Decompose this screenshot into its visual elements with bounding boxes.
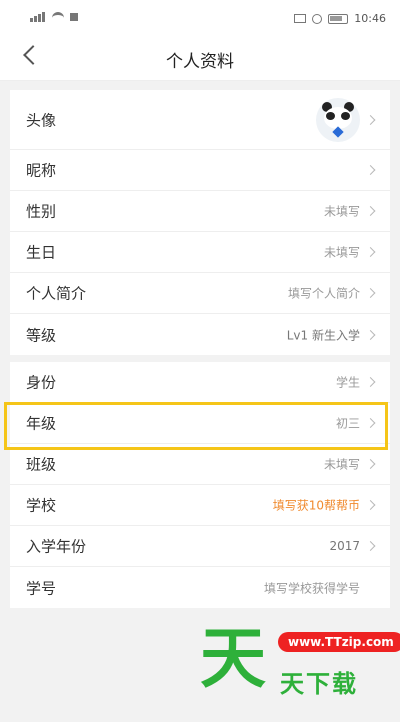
wifi-icon (52, 12, 64, 22)
row-label: 昵称 (26, 161, 57, 180)
chevron-right-icon (365, 377, 376, 387)
school-group: 身份 学生 年级 初三 班级 未填写 学校 填写获10帮帮币 入学年份 2017… (10, 362, 390, 608)
status-bar: 10:46 (0, 0, 400, 36)
row-nickname[interactable]: 昵称 (10, 150, 390, 191)
watermark-url: www.TTzip.com (278, 632, 400, 652)
row-identity[interactable]: 身份 学生 (10, 362, 390, 403)
avatar-eye-right (341, 112, 350, 120)
chevron-right-icon (365, 206, 376, 216)
row-value: 初三 (335, 416, 360, 431)
row-value: 未填写 (323, 457, 360, 472)
status-left (30, 12, 78, 22)
watermark-text: 天下载 (280, 670, 358, 698)
row-value: Lv1 新生入学 (286, 328, 360, 342)
row-value: 未填写 (323, 245, 360, 260)
row-value: 未填写 (323, 204, 360, 219)
chevron-right-icon (365, 288, 376, 298)
row-value: 填写个人简介 (287, 286, 360, 301)
row-avatar[interactable]: 头像 (10, 90, 390, 150)
row-label: 学校 (26, 496, 57, 515)
row-class[interactable]: 班级 未填写 (10, 444, 390, 485)
chevron-right-icon (365, 247, 376, 257)
row-value: 2017 (329, 539, 360, 553)
avatar-eye-left (326, 112, 335, 120)
avatar[interactable] (316, 98, 360, 142)
profile-group: 头像 昵称 性别 未填写 生日 未填写 个人简介 填写个人简介 等级 Lv1 新… (10, 90, 390, 355)
chevron-right-icon (365, 500, 376, 510)
row-label: 学号 (26, 579, 57, 597)
row-label: 性别 (26, 202, 57, 221)
chevron-right-icon (365, 165, 376, 175)
row-school[interactable]: 学校 填写获10帮帮币 (10, 485, 390, 526)
chevron-right-icon (365, 541, 376, 551)
nfc-icon (294, 14, 307, 23)
row-label: 等级 (26, 326, 57, 344)
page-title: 个人资料 (166, 52, 234, 72)
row-bio[interactable]: 个人简介 填写个人简介 (10, 273, 390, 314)
alarm-icon (312, 13, 323, 24)
row-label: 班级 (26, 455, 57, 474)
status-right: 10:46 (294, 12, 386, 25)
row-label: 身份 (26, 373, 57, 392)
row-enroll-year[interactable]: 入学年份 2017 (10, 526, 390, 567)
row-label: 头像 (26, 111, 57, 129)
chevron-right-icon (365, 329, 376, 340)
row-value-reward: 填写获10帮帮币 (272, 498, 360, 513)
row-level[interactable]: 等级 Lv1 新生入学 (10, 314, 390, 355)
watermark: 天 www.TTzip.com 天下载 (200, 620, 400, 704)
chevron-right-icon (365, 114, 376, 125)
row-label: 入学年份 (26, 537, 87, 556)
row-value: 学生 (335, 375, 360, 390)
row-student-id[interactable]: 学号 填写学校获得学号 (10, 567, 390, 608)
notification-icon (70, 13, 78, 21)
chevron-right-icon (365, 459, 376, 469)
row-grade[interactable]: 年级 初三 (10, 403, 390, 444)
watermark-big-char: 天 (200, 620, 266, 697)
row-label: 个人简介 (26, 284, 87, 303)
row-birthday[interactable]: 生日 未填写 (10, 232, 390, 273)
battery-icon (328, 13, 349, 24)
row-label: 生日 (26, 243, 57, 262)
row-label: 年级 (26, 414, 57, 433)
row-value: 填写学校获得学号 (263, 581, 360, 595)
status-time: 10:46 (354, 12, 386, 25)
header-bar: 个人资料 (0, 36, 400, 81)
chevron-right-icon (365, 418, 376, 428)
row-gender[interactable]: 性别 未填写 (10, 191, 390, 232)
signal-icon (30, 12, 46, 22)
